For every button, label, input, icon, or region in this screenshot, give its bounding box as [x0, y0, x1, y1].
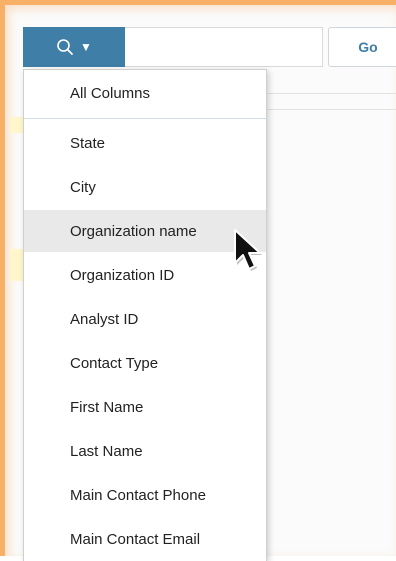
go-button[interactable]: Go	[328, 27, 396, 67]
dropdown-item-main-contact-email[interactable]: Main Contact Email	[24, 518, 266, 560]
dropdown-separator	[24, 118, 266, 119]
dropdown-item-main-contact-phone[interactable]: Main Contact Phone	[24, 474, 266, 516]
window-frame: ▼ Go All Columns State City Organization…	[0, 0, 396, 561]
background-divider	[267, 109, 396, 110]
dropdown-item-organization-name[interactable]: Organization name	[24, 210, 266, 252]
search-column-button[interactable]: ▼	[23, 27, 125, 67]
background-divider	[267, 93, 396, 94]
dropdown-item-all-columns[interactable]: All Columns	[24, 72, 266, 114]
mouse-pointer-icon	[231, 227, 263, 278]
dropdown-item-contact-type[interactable]: Contact Type	[24, 342, 266, 384]
dropdown-item-first-name[interactable]: First Name	[24, 386, 266, 428]
dropdown-item-state[interactable]: State	[24, 122, 266, 164]
dropdown-item-city[interactable]: City	[24, 166, 266, 208]
dropdown-item-analyst-id[interactable]: Analyst ID	[24, 298, 266, 340]
background-highlight	[10, 117, 24, 133]
dropdown-item-organization-id[interactable]: Organization ID	[24, 254, 266, 296]
caret-down-icon: ▼	[80, 40, 92, 54]
column-dropdown-menu: All Columns State City Organization name…	[23, 69, 267, 561]
search-icon	[56, 38, 74, 56]
dropdown-item-last-name[interactable]: Last Name	[24, 430, 266, 472]
background-highlight	[10, 249, 24, 281]
